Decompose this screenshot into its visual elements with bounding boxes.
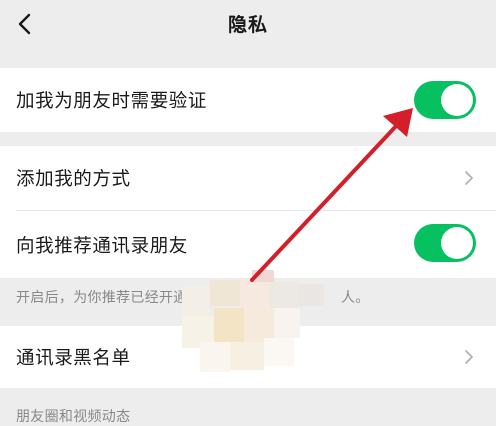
setting-label: 添加我的方式 xyxy=(16,169,131,190)
recommend-contacts-hint-prefix: 开启后，为你推荐已经开通 xyxy=(16,290,188,306)
toggle-knob xyxy=(441,84,473,116)
chevron-right-icon xyxy=(462,169,476,187)
section-header-partial: 朋友圈和视频动态 xyxy=(16,409,131,425)
toggle-knob xyxy=(441,227,473,259)
chevron-right-icon xyxy=(462,348,476,366)
recommend-contacts-hint-suffix: 人。 xyxy=(341,290,370,306)
setting-row-recommend-contacts: 向我推荐通讯录朋友 xyxy=(0,210,496,278)
recommend-contacts-toggle[interactable] xyxy=(414,224,476,262)
row-divider xyxy=(16,210,496,211)
setting-row-add-methods[interactable]: 添加我的方式 xyxy=(0,146,496,210)
setting-label: 加我为朋友时需要验证 xyxy=(16,91,208,112)
setting-label: 向我推荐通讯录朋友 xyxy=(16,236,188,257)
verify-friend-toggle[interactable] xyxy=(414,81,476,119)
navigation-bar: 隐私 xyxy=(0,0,496,48)
page-title: 隐私 xyxy=(227,14,268,36)
setting-row-verify-friend: 加我为朋友时需要验证 xyxy=(0,68,496,132)
setting-row-blacklist[interactable]: 通讯录黑名单 xyxy=(0,326,496,388)
setting-label: 通讯录黑名单 xyxy=(16,348,131,369)
